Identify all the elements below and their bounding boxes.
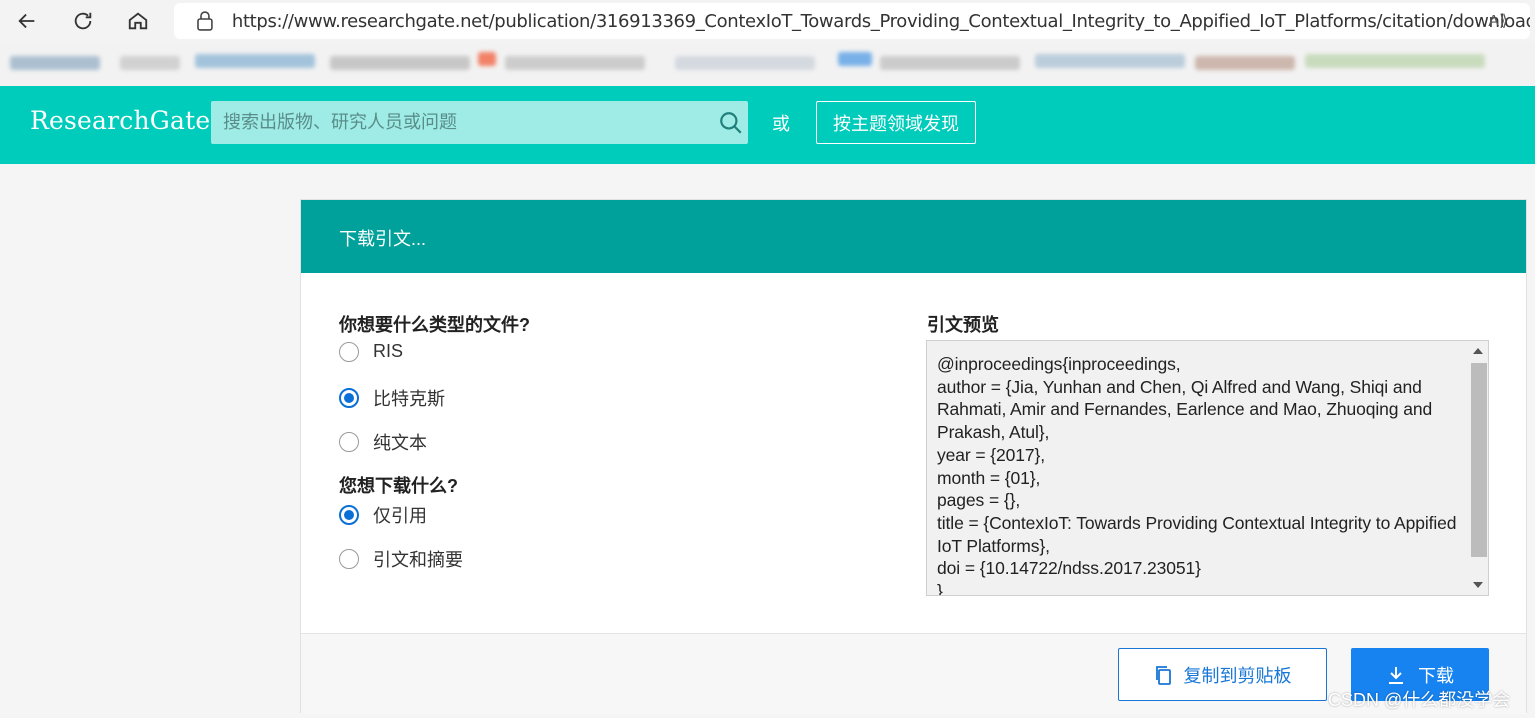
favorite-item[interactable] [195,54,315,68]
researchgate-logo[interactable]: ResearchGate [30,106,210,135]
refresh-button[interactable] [67,6,99,36]
url-text: https://www.researchgate.net/publication… [231,10,1530,32]
radio-button[interactable] [339,505,359,525]
radio-button[interactable] [339,341,359,362]
dialog-header: 下载引文... [301,200,1526,273]
preview-scrollbar[interactable] [1469,341,1488,595]
dialog-title: 下载引文... [339,229,427,249]
or-text: 或 [772,114,790,134]
favorite-item[interactable] [675,56,815,70]
download-icon [1389,666,1403,684]
file-type-question: 你想要什么类型的文件? [339,315,530,335]
csdn-watermark: CSDN @什么都没学会 [1328,690,1511,710]
file-type-option-plain-text[interactable]: 纯文本 [339,429,427,455]
scroll-down-arrow-icon[interactable] [1473,582,1483,588]
address-row: https://www.researchgate.net/publication… [0,0,1535,42]
copy-icon [1155,665,1171,685]
favorite-item[interactable] [1195,56,1295,70]
search-icon[interactable] [718,110,744,136]
radio-button[interactable] [339,432,359,452]
search-input[interactable] [211,101,748,144]
radio-button[interactable] [339,388,359,408]
download-button-label: 下载 [1418,665,1454,686]
download-content-question: 您想下载什么? [339,476,458,496]
download-option-citation-and-abstract[interactable]: 引文和摘要 [339,546,463,572]
option-label: RIS [373,341,404,361]
preview-label: 引文预览 [927,315,999,335]
option-label: 纯文本 [373,433,427,453]
dialog-body: 你想要什么类型的文件? RIS 比特克斯 纯文本 您想下载什么? 仅引用 引文和… [301,273,1526,633]
file-type-option-bibtex[interactable]: 比特克斯 [339,385,445,411]
download-option-citation-only[interactable]: 仅引用 [339,502,427,528]
back-button[interactable] [11,6,43,36]
citation-preview-text: @inproceedings{inproceedings, author = {… [937,354,1457,596]
site-header: ResearchGate 或 按主题领域发现 [0,86,1535,164]
citation-preview-box[interactable]: @inproceedings{inproceedings, author = {… [926,340,1489,596]
discover-by-topic-button[interactable]: 按主题领域发现 [816,101,976,144]
back-icon [18,13,35,29]
favorite-item[interactable] [120,56,180,70]
search-box [211,101,748,144]
copy-button-label: 复制到剪贴板 [1183,665,1292,686]
address-bar[interactable]: https://www.researchgate.net/publication… [174,3,1530,39]
scroll-thumb[interactable] [1471,363,1487,557]
favorite-item[interactable] [330,56,470,70]
copy-to-clipboard-button[interactable]: 复制到剪贴板 [1118,648,1327,701]
home-button[interactable] [122,6,154,36]
lock-icon [197,11,213,31]
radio-button[interactable] [339,549,359,569]
favorite-item[interactable] [838,52,872,66]
browser-chrome: https://www.researchgate.net/publication… [0,0,1535,86]
option-label: 比特克斯 [373,389,445,409]
favorite-item[interactable] [478,52,496,66]
file-type-option-ris[interactable]: RIS [339,341,403,362]
refresh-icon [74,12,92,30]
home-icon [128,12,148,30]
option-label: 引文和摘要 [373,550,463,570]
favorite-item[interactable] [505,56,645,70]
option-label: 仅引用 [373,506,427,526]
download-citation-dialog: 下载引文... 你想要什么类型的文件? RIS 比特克斯 纯文本 您想下载什么?… [300,199,1527,714]
favorite-item[interactable] [10,56,100,70]
scroll-up-arrow-icon[interactable] [1473,348,1483,354]
favorites-bar [0,42,1535,86]
favorite-item[interactable] [1035,54,1185,68]
favorite-item[interactable] [1305,54,1485,68]
favorite-item[interactable] [880,56,1020,70]
read-aloud-icon[interactable]: A⟫ [1488,11,1508,31]
